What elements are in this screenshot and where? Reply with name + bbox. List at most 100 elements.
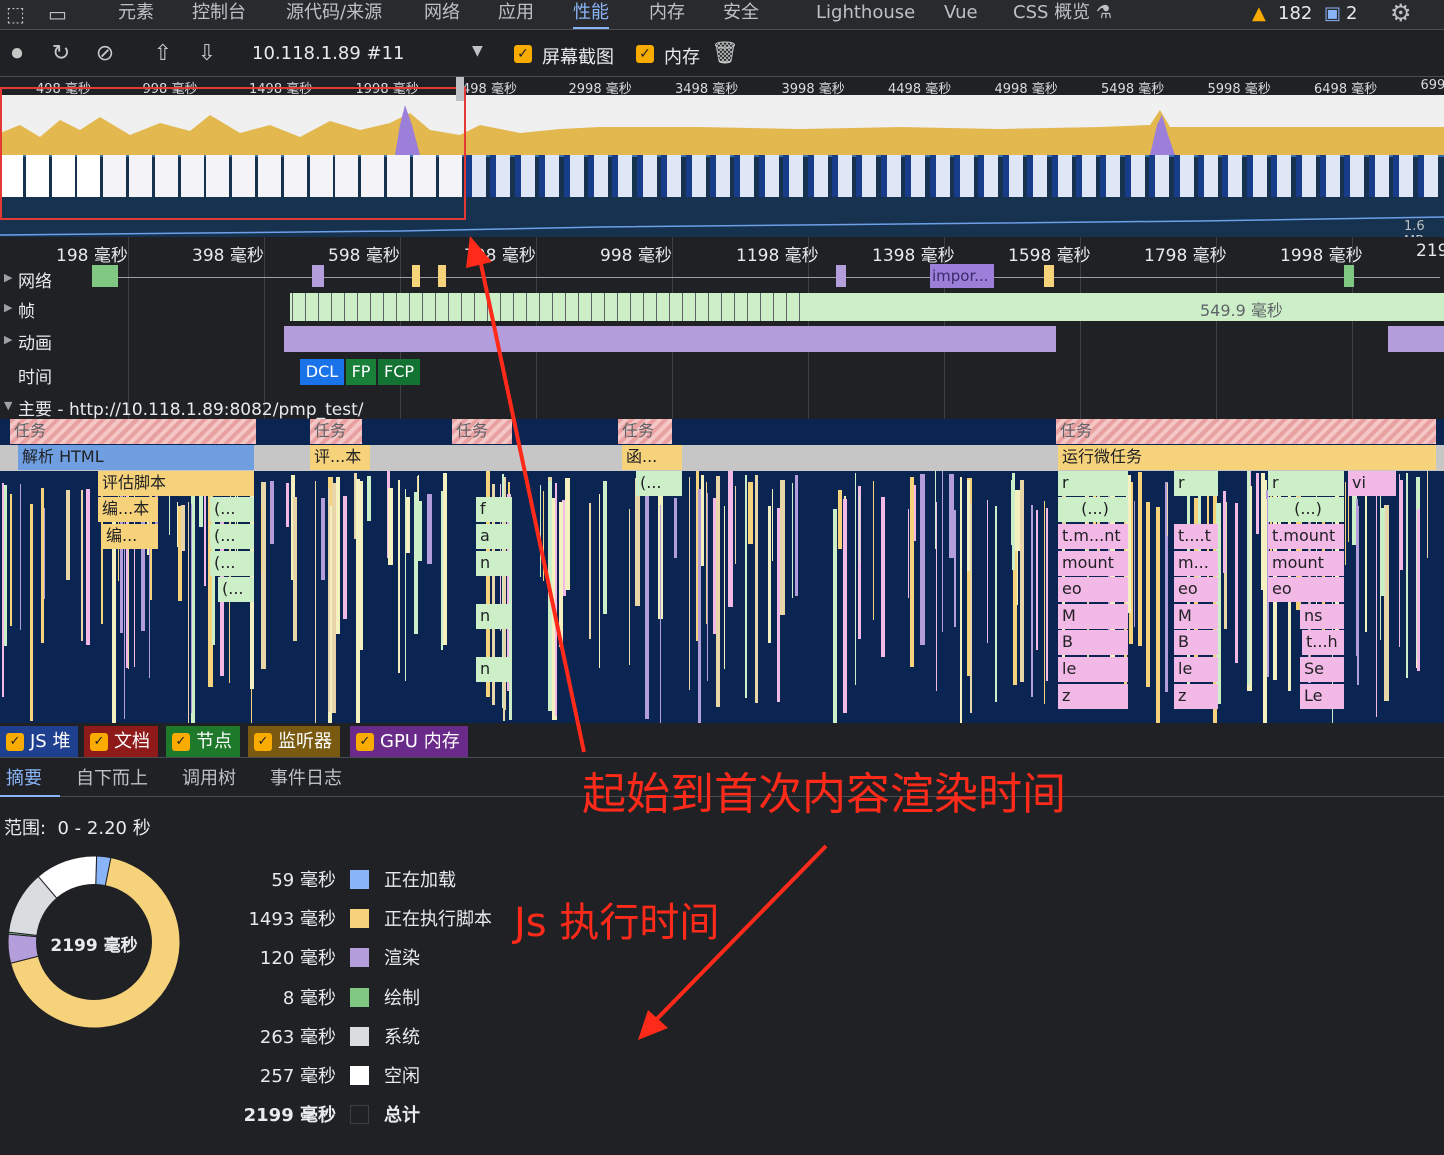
tab-elements[interactable]: 元素	[118, 0, 154, 29]
call-block[interactable]: r	[1058, 471, 1128, 496]
legend-js-heap[interactable]: ✓ JS 堆	[0, 726, 79, 757]
screenshot-thumbnail[interactable]	[1027, 155, 1048, 197]
call-block[interactable]: z	[1058, 684, 1128, 709]
expand-network-icon[interactable]: ▶	[4, 271, 12, 284]
network-request-import[interactable]: impor...	[930, 264, 994, 288]
screenshot-thumbnail[interactable]	[1124, 155, 1145, 197]
timeline-overview[interactable]: 498 毫秒 998 毫秒 1498 毫秒 1998 毫秒 498 毫秒 2998 毫秒 3…	[0, 77, 1444, 249]
message-count[interactable]: 2	[1346, 3, 1357, 24]
screenshot-thumbnail[interactable]	[1246, 155, 1267, 197]
screenshot-thumbnail[interactable]	[832, 155, 852, 197]
screenshot-thumbnail[interactable]	[807, 155, 828, 197]
task-block[interactable]: 任务	[452, 419, 512, 444]
compile-block[interactable]: 编...本	[98, 497, 158, 522]
task-block[interactable]: 任务	[1056, 419, 1436, 444]
chevron-down-icon[interactable]: ▼	[472, 43, 483, 59]
tab-memory[interactable]: 内存	[649, 0, 685, 29]
download-icon[interactable]: ⇩	[192, 39, 222, 69]
task-block[interactable]: 任务	[618, 419, 672, 444]
track-network[interactable]: 网络	[18, 267, 52, 292]
screenshot-thumbnail[interactable]	[734, 155, 755, 197]
collapse-main-icon[interactable]: ▼	[4, 399, 12, 412]
screenshot-thumbnail[interactable]	[758, 155, 779, 197]
task-block[interactable]: 任务	[310, 419, 362, 444]
expand-frames-icon[interactable]: ▶	[4, 301, 12, 314]
screenshot-thumbnail[interactable]	[1222, 155, 1243, 197]
screenshots-checkbox[interactable]: ✓	[514, 45, 532, 63]
call-block[interactable]: B	[1058, 630, 1128, 655]
warning-count[interactable]: 182	[1278, 3, 1312, 24]
call-block[interactable]: t...h	[1302, 630, 1344, 655]
selection-handle[interactable]	[456, 77, 464, 101]
screenshot-thumbnail[interactable]	[1368, 155, 1389, 197]
anon-block[interactable]: (...)	[1268, 497, 1344, 522]
call-block[interactable]: r	[1268, 471, 1344, 496]
call-block[interactable]: eo	[1174, 577, 1218, 602]
anon-block[interactable]: (...	[210, 524, 254, 549]
track-frames[interactable]: 帧	[18, 297, 35, 322]
tab-performance[interactable]: 性能	[573, 0, 609, 29]
legend-documents[interactable]: ✓ 文档	[84, 726, 158, 757]
screenshot-thumbnail[interactable]	[1271, 155, 1292, 197]
function-block[interactable]: 函...	[622, 445, 682, 470]
tab-console[interactable]: 控制台	[192, 0, 246, 29]
call-block[interactable]: n	[476, 604, 512, 629]
call-block[interactable]: n	[476, 657, 512, 682]
call-block[interactable]: t.mount	[1268, 524, 1344, 549]
screenshot-thumbnail[interactable]	[1173, 155, 1194, 197]
call-block[interactable]: M	[1174, 604, 1218, 629]
call-block[interactable]: t.m...nt	[1058, 524, 1128, 549]
screenshot-thumbnail[interactable]	[539, 155, 560, 197]
tab-vue[interactable]: Vue	[944, 0, 978, 29]
call-block[interactable]: t....t	[1174, 524, 1218, 549]
tab-css-overview[interactable]: CSS 概览 ⚗	[1013, 0, 1112, 29]
screenshot-thumbnail[interactable]	[1198, 155, 1218, 197]
legend-listeners[interactable]: ✓ 监听器	[248, 726, 340, 757]
screenshot-thumbnail[interactable]	[661, 155, 682, 197]
device-toolbar-icon[interactable]: ▭	[48, 2, 67, 26]
marker-fcp[interactable]: FCP	[378, 359, 420, 385]
screenshot-thumbnail[interactable]	[856, 155, 877, 197]
call-block[interactable]: le	[1058, 657, 1128, 682]
screenshot-thumbnail[interactable]	[636, 155, 657, 197]
call-block[interactable]: Le	[1300, 684, 1344, 709]
call-block[interactable]: M	[1058, 604, 1128, 629]
reload-record-icon[interactable]: ↻	[46, 39, 76, 69]
screenshot-thumbnail[interactable]	[1002, 155, 1023, 197]
legend-gpu-memory[interactable]: ✓ GPU 内存	[350, 726, 468, 757]
warning-icon[interactable]: ▲	[1252, 3, 1266, 24]
inspect-element-icon[interactable]: ⬚	[6, 2, 25, 26]
screenshot-thumbnail[interactable]	[514, 155, 535, 197]
call-block[interactable]: vi	[1348, 471, 1396, 496]
screenshot-thumbnail[interactable]	[1100, 155, 1121, 197]
call-block[interactable]: mount	[1268, 551, 1344, 576]
screenshot-thumbnail[interactable]	[1320, 155, 1340, 197]
screenshot-thumbnail[interactable]	[929, 155, 950, 197]
parse-html-block[interactable]: 解析 HTML	[18, 445, 254, 470]
call-block[interactable]: a	[476, 524, 512, 549]
screenshot-thumbnail[interactable]	[1051, 155, 1072, 197]
message-icon[interactable]: ▣	[1324, 3, 1341, 24]
call-block[interactable]: z	[1174, 684, 1218, 709]
tab-sources[interactable]: 源代码/来源	[286, 0, 382, 29]
screenshot-thumbnail[interactable]	[1149, 155, 1170, 197]
anon-block[interactable]: (...	[210, 497, 254, 522]
trash-icon[interactable]: 🗑	[710, 39, 740, 69]
screenshot-thumbnail[interactable]	[1344, 155, 1365, 197]
screenshot-thumbnail[interactable]	[1417, 155, 1438, 197]
evaluate-script-block[interactable]: 评估脚本	[98, 471, 254, 496]
tab-lighthouse[interactable]: Lighthouse	[816, 0, 915, 29]
anon-block[interactable]: (...)	[1058, 497, 1128, 522]
screenshot-thumbnail[interactable]	[588, 155, 608, 197]
selection-window[interactable]	[0, 87, 466, 220]
compile-block[interactable]: 编...	[102, 524, 158, 549]
legend-nodes[interactable]: ✓ 节点	[166, 726, 240, 757]
screenshot-thumbnail[interactable]	[905, 155, 926, 197]
profile-select[interactable]: 10.118.1.89 #11	[252, 43, 405, 64]
tab-bottom-up[interactable]: 自下而上	[76, 764, 148, 790]
clear-icon[interactable]: ⊘	[90, 39, 120, 69]
track-main-thread[interactable]: 主要 - http://10.118.1.89:8082/pmp_test/	[18, 395, 364, 420]
screenshot-thumbnail[interactable]	[685, 155, 706, 197]
call-block[interactable]: m...	[1174, 551, 1218, 576]
call-block[interactable]: eo	[1058, 577, 1128, 602]
